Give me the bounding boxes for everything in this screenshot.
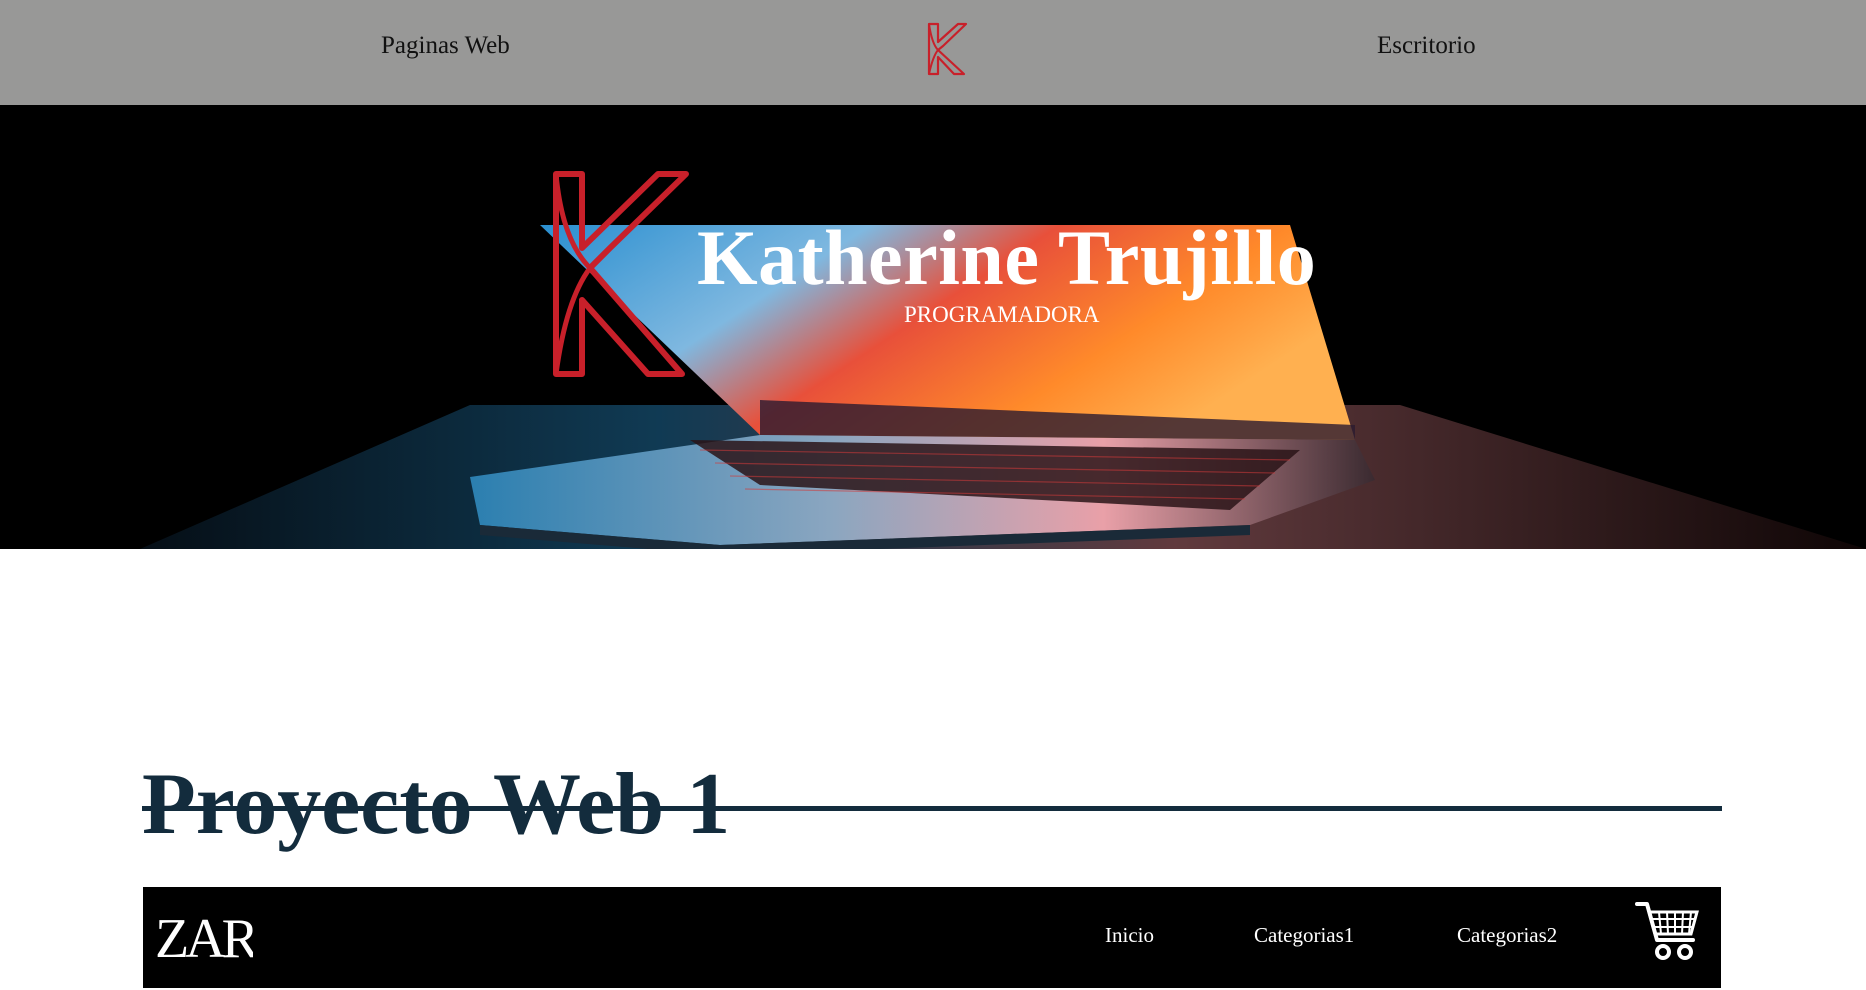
divider [142,806,1722,811]
preview-link-categorias2[interactable]: Categorias2 [1457,923,1557,948]
nav-link-paginas-web[interactable]: Paginas Web [381,32,510,60]
nav-link-escritorio[interactable]: Escritorio [1377,32,1476,60]
k-logo-icon[interactable] [924,22,970,76]
hero-banner: Katherine Trujillo PROGRAMADORA [0,105,1866,549]
project-preview[interactable]: ZARA Inicio Categorias1 Categorias2 [143,887,1721,988]
k-logo-icon [553,171,689,377]
zara-logo: ZARA [155,908,253,965]
preview-link-inicio[interactable]: Inicio [1105,923,1154,948]
shopping-cart-icon[interactable] [1635,900,1701,962]
hero-subtitle: PROGRAMADORA [904,302,1100,327]
project-title: Proyecto Web 1 [142,755,731,853]
svg-text:ZARA: ZARA [155,908,253,965]
top-nav: Paginas Web Escritorio [0,0,1866,105]
hero-name: Katherine Trujillo [697,214,1317,301]
preview-link-categorias1[interactable]: Categorias1 [1254,923,1354,948]
